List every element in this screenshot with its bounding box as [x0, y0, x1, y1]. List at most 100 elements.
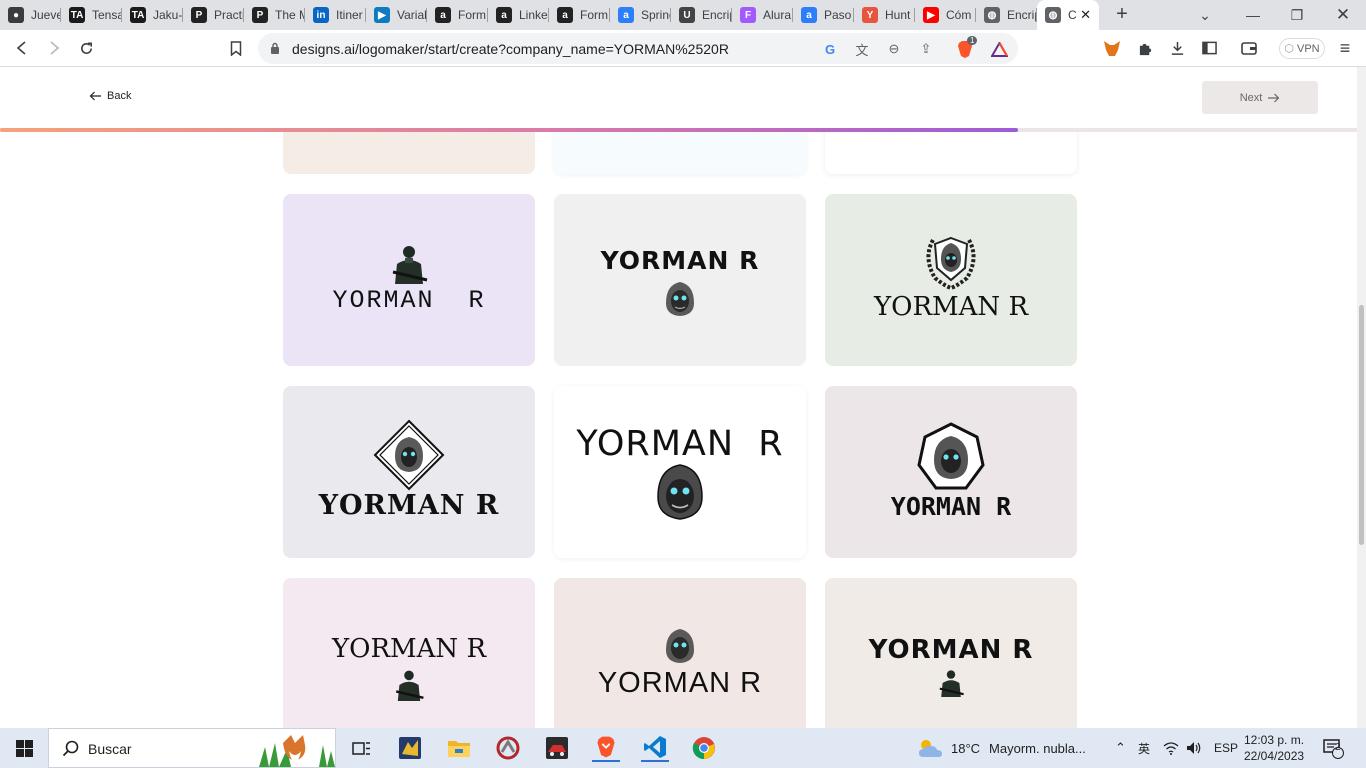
app-icon-game[interactable]: [396, 734, 424, 762]
volume-icon[interactable]: [1186, 728, 1202, 768]
tab-title: Paso: [824, 8, 852, 22]
browser-tab[interactable]: a Form: [549, 0, 610, 30]
progress-bar: [0, 128, 1357, 132]
logo-maker-page: Back Next YORMAN R YORMAN R YORMAN R YOR…: [0, 67, 1357, 728]
notifications-button[interactable]: 2: [1322, 728, 1344, 768]
next-button[interactable]: Next: [1202, 81, 1318, 114]
metamask-icon[interactable]: [1100, 36, 1124, 60]
chrome-icon[interactable]: [690, 734, 718, 762]
show-hidden-icons-button[interactable]: ⌃: [1115, 728, 1126, 768]
vpn-button[interactable]: ⬡ VPN: [1279, 38, 1325, 59]
close-tab-icon[interactable]: ✕: [1080, 7, 1091, 23]
clock[interactable]: 12:03 p. m. 22/04/2023: [1244, 728, 1304, 768]
ime-icon[interactable]: 英: [1138, 728, 1150, 768]
tab-favicon-icon: a: [618, 7, 634, 23]
browser-tab[interactable]: ▶ Variab: [366, 0, 427, 30]
browser-tab[interactable]: a Paso: [793, 0, 854, 30]
search-icon: [62, 740, 79, 757]
browser-tab[interactable]: TA Tensa: [61, 0, 122, 30]
cloud-sun-icon: [919, 740, 942, 757]
brand-name: YORMAN R: [597, 667, 763, 699]
tab-title: Tensa: [92, 8, 122, 22]
address-bar[interactable]: designs.ai/logomaker/start/create?compan…: [258, 33, 1018, 64]
wizard-header: Back Next: [0, 67, 1357, 129]
weather-widget[interactable]: 18°C Mayorm. nubla...: [917, 728, 1086, 768]
download-icon[interactable]: [1165, 36, 1189, 60]
browser-tab[interactable]: a Spring: [610, 0, 671, 30]
zoom-icon[interactable]: ⊖: [884, 39, 904, 59]
tab-favicon-icon: ◍: [1045, 7, 1061, 23]
tab-search-button[interactable]: ⌄: [1182, 0, 1228, 30]
sidebar-icon[interactable]: [1197, 36, 1221, 60]
tab-favicon-icon: a: [557, 7, 573, 23]
task-view-icon[interactable]: [347, 734, 375, 762]
browser-tab[interactable]: P The M: [244, 0, 305, 30]
diamond-emblem-icon: [373, 419, 445, 491]
tab-title: Jueves: [31, 8, 61, 22]
bookmark-button[interactable]: [224, 36, 248, 60]
logo-card[interactable]: YORMAN R: [283, 386, 535, 558]
next-label: Next: [1239, 91, 1263, 104]
browser-tab[interactable]: P Practi: [183, 0, 244, 30]
logo-card[interactable]: YORMAN R: [554, 386, 806, 558]
back-label: Back: [107, 90, 132, 102]
browser-tab[interactable]: Y Hunt: [854, 0, 915, 30]
logo-card[interactable]: YORMAN R: [825, 578, 1077, 728]
page-scrollbar[interactable]: [1357, 67, 1366, 728]
logo-card[interactable]: YORMAN R: [283, 194, 535, 366]
wifi-icon[interactable]: [1163, 728, 1179, 768]
reload-button[interactable]: [74, 36, 98, 60]
logo-card[interactable]: YORMAN R: [825, 194, 1077, 366]
brave-rewards-icon[interactable]: [989, 39, 1009, 59]
app-icon-red[interactable]: [494, 734, 522, 762]
back-nav-button[interactable]: [10, 36, 34, 60]
scrollbar-thumb[interactable]: [1359, 305, 1364, 545]
bookmark-icon: [230, 40, 242, 56]
brand-name: YORMAN R: [873, 292, 1029, 322]
browser-tab[interactable]: ▶ Cóm: [915, 0, 976, 30]
browser-tab[interactable]: TA Jaku-: [122, 0, 183, 30]
menu-icon[interactable]: ≡: [1333, 36, 1357, 60]
tab-favicon-icon: TA: [130, 7, 146, 23]
translate-icon[interactable]: 文: [852, 39, 872, 59]
logo-card[interactable]: YORMAN R: [554, 194, 806, 366]
browser-tab[interactable]: a Linke: [488, 0, 549, 30]
taskbar-search[interactable]: Buscar: [48, 728, 336, 768]
lock-icon: [271, 42, 279, 54]
restore-button[interactable]: ❐: [1274, 0, 1320, 30]
vscode-icon[interactable]: [641, 734, 669, 762]
back-link[interactable]: Back: [89, 90, 131, 102]
windows-start-icon[interactable]: [10, 734, 38, 762]
brand-name: YORMAN R: [318, 490, 500, 521]
browser-tab[interactable]: ◍ Encrip: [976, 0, 1037, 30]
close-window-button[interactable]: ✕: [1320, 0, 1366, 30]
forward-nav-button[interactable]: [42, 36, 66, 60]
new-tab-button[interactable]: +: [1112, 4, 1132, 24]
browser-tab[interactable]: ● Jueves: [0, 0, 61, 30]
extensions-icon[interactable]: [1133, 36, 1157, 60]
tab-favicon-icon: F: [740, 7, 756, 23]
tab-favicon-icon: Y: [862, 7, 878, 23]
arrow-left-icon: [16, 41, 26, 55]
file-explorer-icon[interactable]: [445, 734, 473, 762]
logo-card[interactable]: YORMAN R: [283, 578, 535, 728]
tab-favicon-icon: ◍: [984, 7, 1000, 23]
tab-favicon-icon: ▶: [374, 7, 390, 23]
browser-tab[interactable]: F Alura: [732, 0, 793, 30]
logo-card[interactable]: YORMAN R: [825, 386, 1077, 558]
browser-tab[interactable]: in Itiner: [305, 0, 366, 30]
google-icon[interactable]: G: [820, 39, 840, 59]
weather-temp: 18°C: [951, 740, 981, 756]
tab-active[interactable]: ◍ C ✕: [1037, 0, 1099, 30]
share-icon[interactable]: ⇪: [916, 39, 936, 59]
app-icon-car-game[interactable]: [543, 734, 571, 762]
soldier-icon: [395, 670, 424, 701]
browser-tab[interactable]: U Encrip: [671, 0, 732, 30]
brave-browser-icon[interactable]: [592, 734, 620, 762]
minimize-button[interactable]: —: [1230, 0, 1276, 30]
logo-card[interactable]: YORMAN R: [554, 578, 806, 728]
language-indicator[interactable]: ESP: [1214, 728, 1238, 768]
wallet-icon[interactable]: [1237, 36, 1261, 60]
browser-tab[interactable]: a Form: [427, 0, 488, 30]
tab-title: Itiner: [336, 8, 363, 22]
